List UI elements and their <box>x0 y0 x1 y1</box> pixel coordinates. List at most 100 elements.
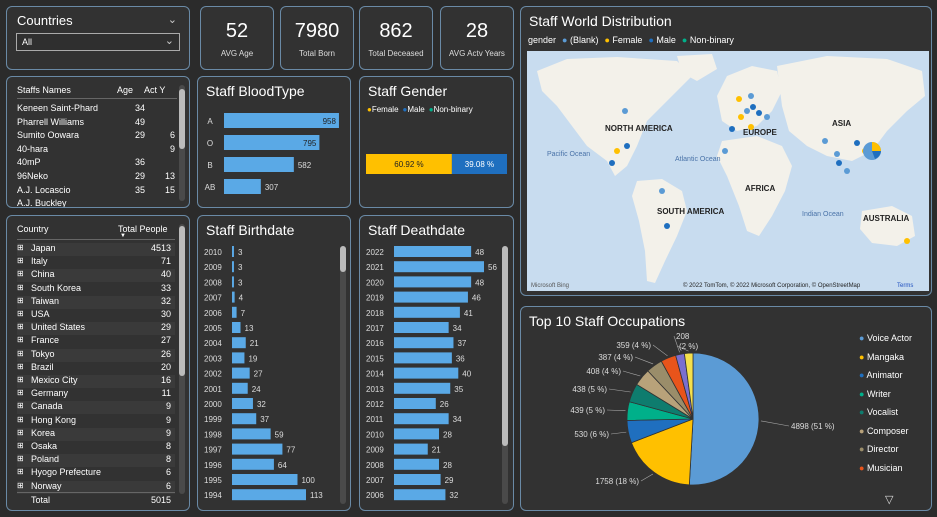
japan-pie-marker[interactable] <box>863 142 881 160</box>
expand-icon[interactable]: ⊞ <box>17 269 24 278</box>
bar[interactable] <box>224 179 261 194</box>
table-row[interactable]: ⊞ Hong Kong 9 <box>17 415 175 428</box>
table-row[interactable]: ⊞ Brazil 20 <box>17 362 175 375</box>
bar[interactable] <box>232 413 257 425</box>
table-row[interactable]: Sumito Oowara 29 6 <box>17 130 177 143</box>
expand-icon[interactable]: ⊞ <box>17 401 24 410</box>
legend-item[interactable]: ● Vocalist <box>859 407 912 426</box>
legend-item[interactable]: ●Male <box>403 105 425 114</box>
bar[interactable] <box>224 157 294 172</box>
bar[interactable] <box>394 261 484 273</box>
bar[interactable] <box>394 382 451 394</box>
table-row[interactable]: ⊞ South Korea 33 <box>17 283 175 296</box>
expand-icon[interactable]: ⊞ <box>17 481 24 490</box>
world-map[interactable]: NORTH AMERICA EUROPE ASIA AFRICA SOUTH A… <box>527 51 929 291</box>
table-row[interactable]: ⊞ Osaka 8 <box>17 441 175 454</box>
bar[interactable] <box>232 428 271 440</box>
expand-icon[interactable]: ⊞ <box>17 388 24 397</box>
bar[interactable] <box>232 382 248 394</box>
bar[interactable] <box>232 337 246 349</box>
deathdate-scrollbar[interactable] <box>502 246 508 504</box>
table-row[interactable]: A.J. Locascio 35 15 <box>17 185 177 198</box>
legend-item[interactable]: ● Voice Actor <box>859 333 912 352</box>
bar[interactable] <box>394 458 439 470</box>
bar[interactable] <box>394 246 472 257</box>
legend-item[interactable]: ● Director <box>859 444 912 463</box>
header-staff-names[interactable]: Staffs Names <box>17 85 71 95</box>
table-row[interactable]: ⊞ Canada 9 <box>17 401 175 415</box>
table-row[interactable]: ⊞ Mexico City 16 <box>17 375 175 388</box>
expand-icon[interactable]: ⊞ <box>17 322 24 331</box>
table-row[interactable]: ⊞ Taiwan 32 <box>17 295 175 309</box>
bar[interactable] <box>232 322 241 333</box>
header-age[interactable]: Age <box>117 85 133 95</box>
table-row[interactable]: ⊞ France 27 <box>17 335 175 348</box>
bar[interactable] <box>394 398 436 409</box>
header-act-y[interactable]: Act Y <box>144 85 165 95</box>
country-table-scrollbar[interactable] <box>179 224 185 494</box>
header-country[interactable]: Country <box>17 224 49 234</box>
table-row[interactable]: 96Neko 29 13 <box>17 171 177 184</box>
expand-icon[interactable]: ⊞ <box>17 349 24 358</box>
bar[interactable] <box>394 276 472 288</box>
expand-icon[interactable]: ⊞ <box>17 256 24 265</box>
bar[interactable] <box>232 246 234 257</box>
legend-item[interactable]: ● Composer <box>859 426 912 445</box>
table-row[interactable]: ⊞ Tokyo 26 <box>17 348 175 362</box>
bar[interactable] <box>232 489 306 501</box>
table-row[interactable]: A.J. Buckley <box>17 198 177 207</box>
birthdate-scrollbar[interactable] <box>340 246 346 504</box>
table-row[interactable]: Keneen Saint-Phard 34 <box>17 103 177 116</box>
expand-icon[interactable]: ⊞ <box>17 335 24 344</box>
legend-item[interactable]: ● Non-binary <box>682 35 734 45</box>
expand-icon[interactable]: ⊞ <box>17 428 24 437</box>
map-terms-link[interactable]: Terms <box>897 283 913 289</box>
table-row[interactable]: ⊞ United States 29 <box>17 322 175 336</box>
legend-item[interactable]: ● Female <box>604 35 642 45</box>
bar[interactable] <box>232 306 237 318</box>
expand-icon[interactable]: ⊞ <box>17 454 24 463</box>
expand-icon[interactable]: ⊞ <box>17 441 24 450</box>
bar[interactable] <box>232 276 234 288</box>
bar[interactable] <box>394 291 468 303</box>
expand-icon[interactable]: ⊞ <box>17 283 24 292</box>
bar[interactable] <box>394 474 441 485</box>
expand-icon[interactable]: ⊞ <box>17 309 24 318</box>
bar[interactable] <box>394 322 449 333</box>
bar[interactable] <box>394 337 454 349</box>
bar[interactable] <box>232 443 283 455</box>
expand-icon[interactable]: ⊞ <box>17 415 24 424</box>
legend-item[interactable]: ● Male <box>648 35 675 45</box>
bar[interactable] <box>232 458 274 470</box>
table-row[interactable]: Pharrell Williams 49 <box>17 117 177 130</box>
bar[interactable] <box>394 352 452 364</box>
table-row[interactable]: ⊞ China 40 <box>17 269 175 283</box>
expand-icon[interactable]: ⊞ <box>17 362 24 371</box>
table-row[interactable]: ⊞ Japan 4513 <box>17 243 175 256</box>
table-row[interactable]: ⊞ Germany 11 <box>17 388 175 401</box>
expand-icon[interactable]: ⊞ <box>17 467 24 476</box>
bar[interactable] <box>232 291 235 303</box>
bar[interactable] <box>394 489 446 501</box>
expand-icon[interactable]: ⊞ <box>17 296 24 305</box>
table-row[interactable]: ⊞ Korea 9 <box>17 427 175 441</box>
bar[interactable] <box>394 413 449 425</box>
bar[interactable] <box>394 367 459 379</box>
table-row[interactable]: ⊞ Poland 8 <box>17 454 175 468</box>
bar[interactable] <box>232 352 245 364</box>
legend-item[interactable]: ● (Blank) <box>562 35 598 45</box>
bar[interactable] <box>232 261 234 273</box>
bar[interactable] <box>394 443 428 455</box>
bar[interactable] <box>232 474 298 485</box>
countries-dropdown[interactable]: All ⌄ <box>16 33 180 51</box>
bar[interactable] <box>394 428 439 440</box>
legend-item[interactable]: ● Mangaka <box>859 352 912 371</box>
bar[interactable] <box>232 398 253 409</box>
table-row[interactable]: 40-hara 9 <box>17 144 177 157</box>
table-row[interactable]: ⊞ USA 30 <box>17 309 175 322</box>
table-row[interactable]: ⊞ Italy 71 <box>17 256 175 269</box>
expand-down-icon[interactable]: ▽ <box>885 493 893 506</box>
table-row[interactable]: 40mP 36 <box>17 157 177 170</box>
legend-item[interactable]: ● Musician <box>859 463 912 482</box>
table-row[interactable]: ⊞ Hyogo Prefecture 6 <box>17 467 175 480</box>
